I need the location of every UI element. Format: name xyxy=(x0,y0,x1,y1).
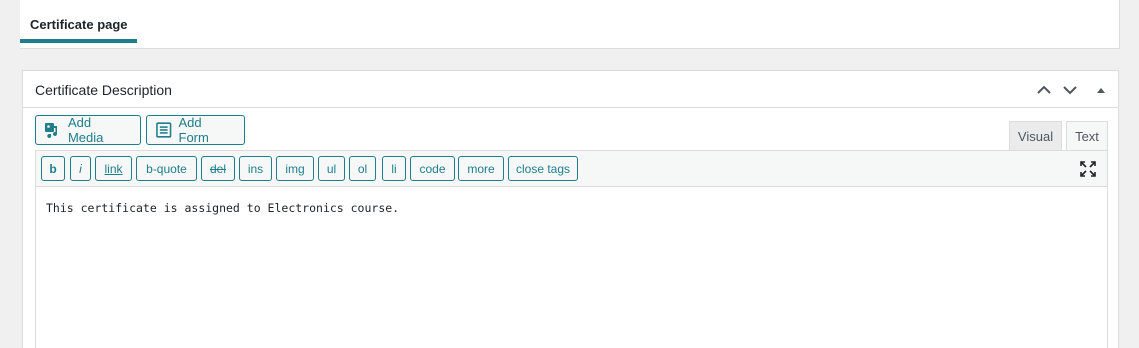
editor-content[interactable]: This certificate is assigned to Electron… xyxy=(46,201,399,215)
add-media-button[interactable]: Add Media xyxy=(35,115,141,145)
qt-ul-button[interactable]: ul xyxy=(318,156,345,181)
text-editor: b i link b-quote del ins img ul ol li co… xyxy=(35,150,1108,348)
chevron-up-icon xyxy=(1037,85,1051,94)
qt-li-button[interactable]: li xyxy=(382,156,406,181)
postbox-title: Certificate Description xyxy=(35,82,172,98)
fullscreen-button[interactable] xyxy=(1079,160,1097,178)
triangle-up-icon xyxy=(1097,88,1105,93)
active-tab-indicator xyxy=(20,39,137,43)
tab-text[interactable]: Text xyxy=(1066,121,1108,151)
qt-blockquote-button[interactable]: b-quote xyxy=(136,156,197,181)
move-up-button[interactable] xyxy=(1034,80,1054,100)
fullscreen-icon xyxy=(1080,161,1096,177)
add-media-label: Add Media xyxy=(67,115,104,145)
qt-ins-button[interactable]: ins xyxy=(239,156,272,181)
add-form-button[interactable]: Add Form xyxy=(146,115,245,145)
qt-more-button[interactable]: more xyxy=(458,156,504,181)
chevron-down-icon xyxy=(1063,86,1077,95)
qt-link-button[interactable]: link xyxy=(95,156,132,181)
move-down-button[interactable] xyxy=(1060,80,1080,100)
qt-bold-button[interactable]: b xyxy=(41,156,65,181)
qt-code-button[interactable]: code xyxy=(410,156,455,181)
certificate-description-postbox: Certificate Description Add Media Add Fo… xyxy=(22,70,1119,348)
qt-img-button[interactable]: img xyxy=(276,156,314,181)
toggle-panel-button[interactable] xyxy=(1091,80,1111,100)
qt-italic-button[interactable]: i xyxy=(70,156,91,181)
add-media-icon xyxy=(44,123,57,138)
qt-ol-button[interactable]: ol xyxy=(349,156,376,181)
tab-visual[interactable]: Visual xyxy=(1009,121,1062,151)
add-form-label: Add Form xyxy=(178,115,209,145)
tab-certificate-page[interactable]: Certificate page xyxy=(30,17,128,32)
page-tabs-panel: Certificate page xyxy=(20,0,1120,49)
qt-del-button[interactable]: del xyxy=(201,156,235,181)
add-form-icon xyxy=(156,122,172,138)
postbox-header: Certificate Description xyxy=(23,71,1118,108)
quicktags-toolbar: b i link b-quote del ins img ul ol li co… xyxy=(36,151,1107,187)
qt-close-tags-button[interactable]: close tags xyxy=(508,156,578,181)
